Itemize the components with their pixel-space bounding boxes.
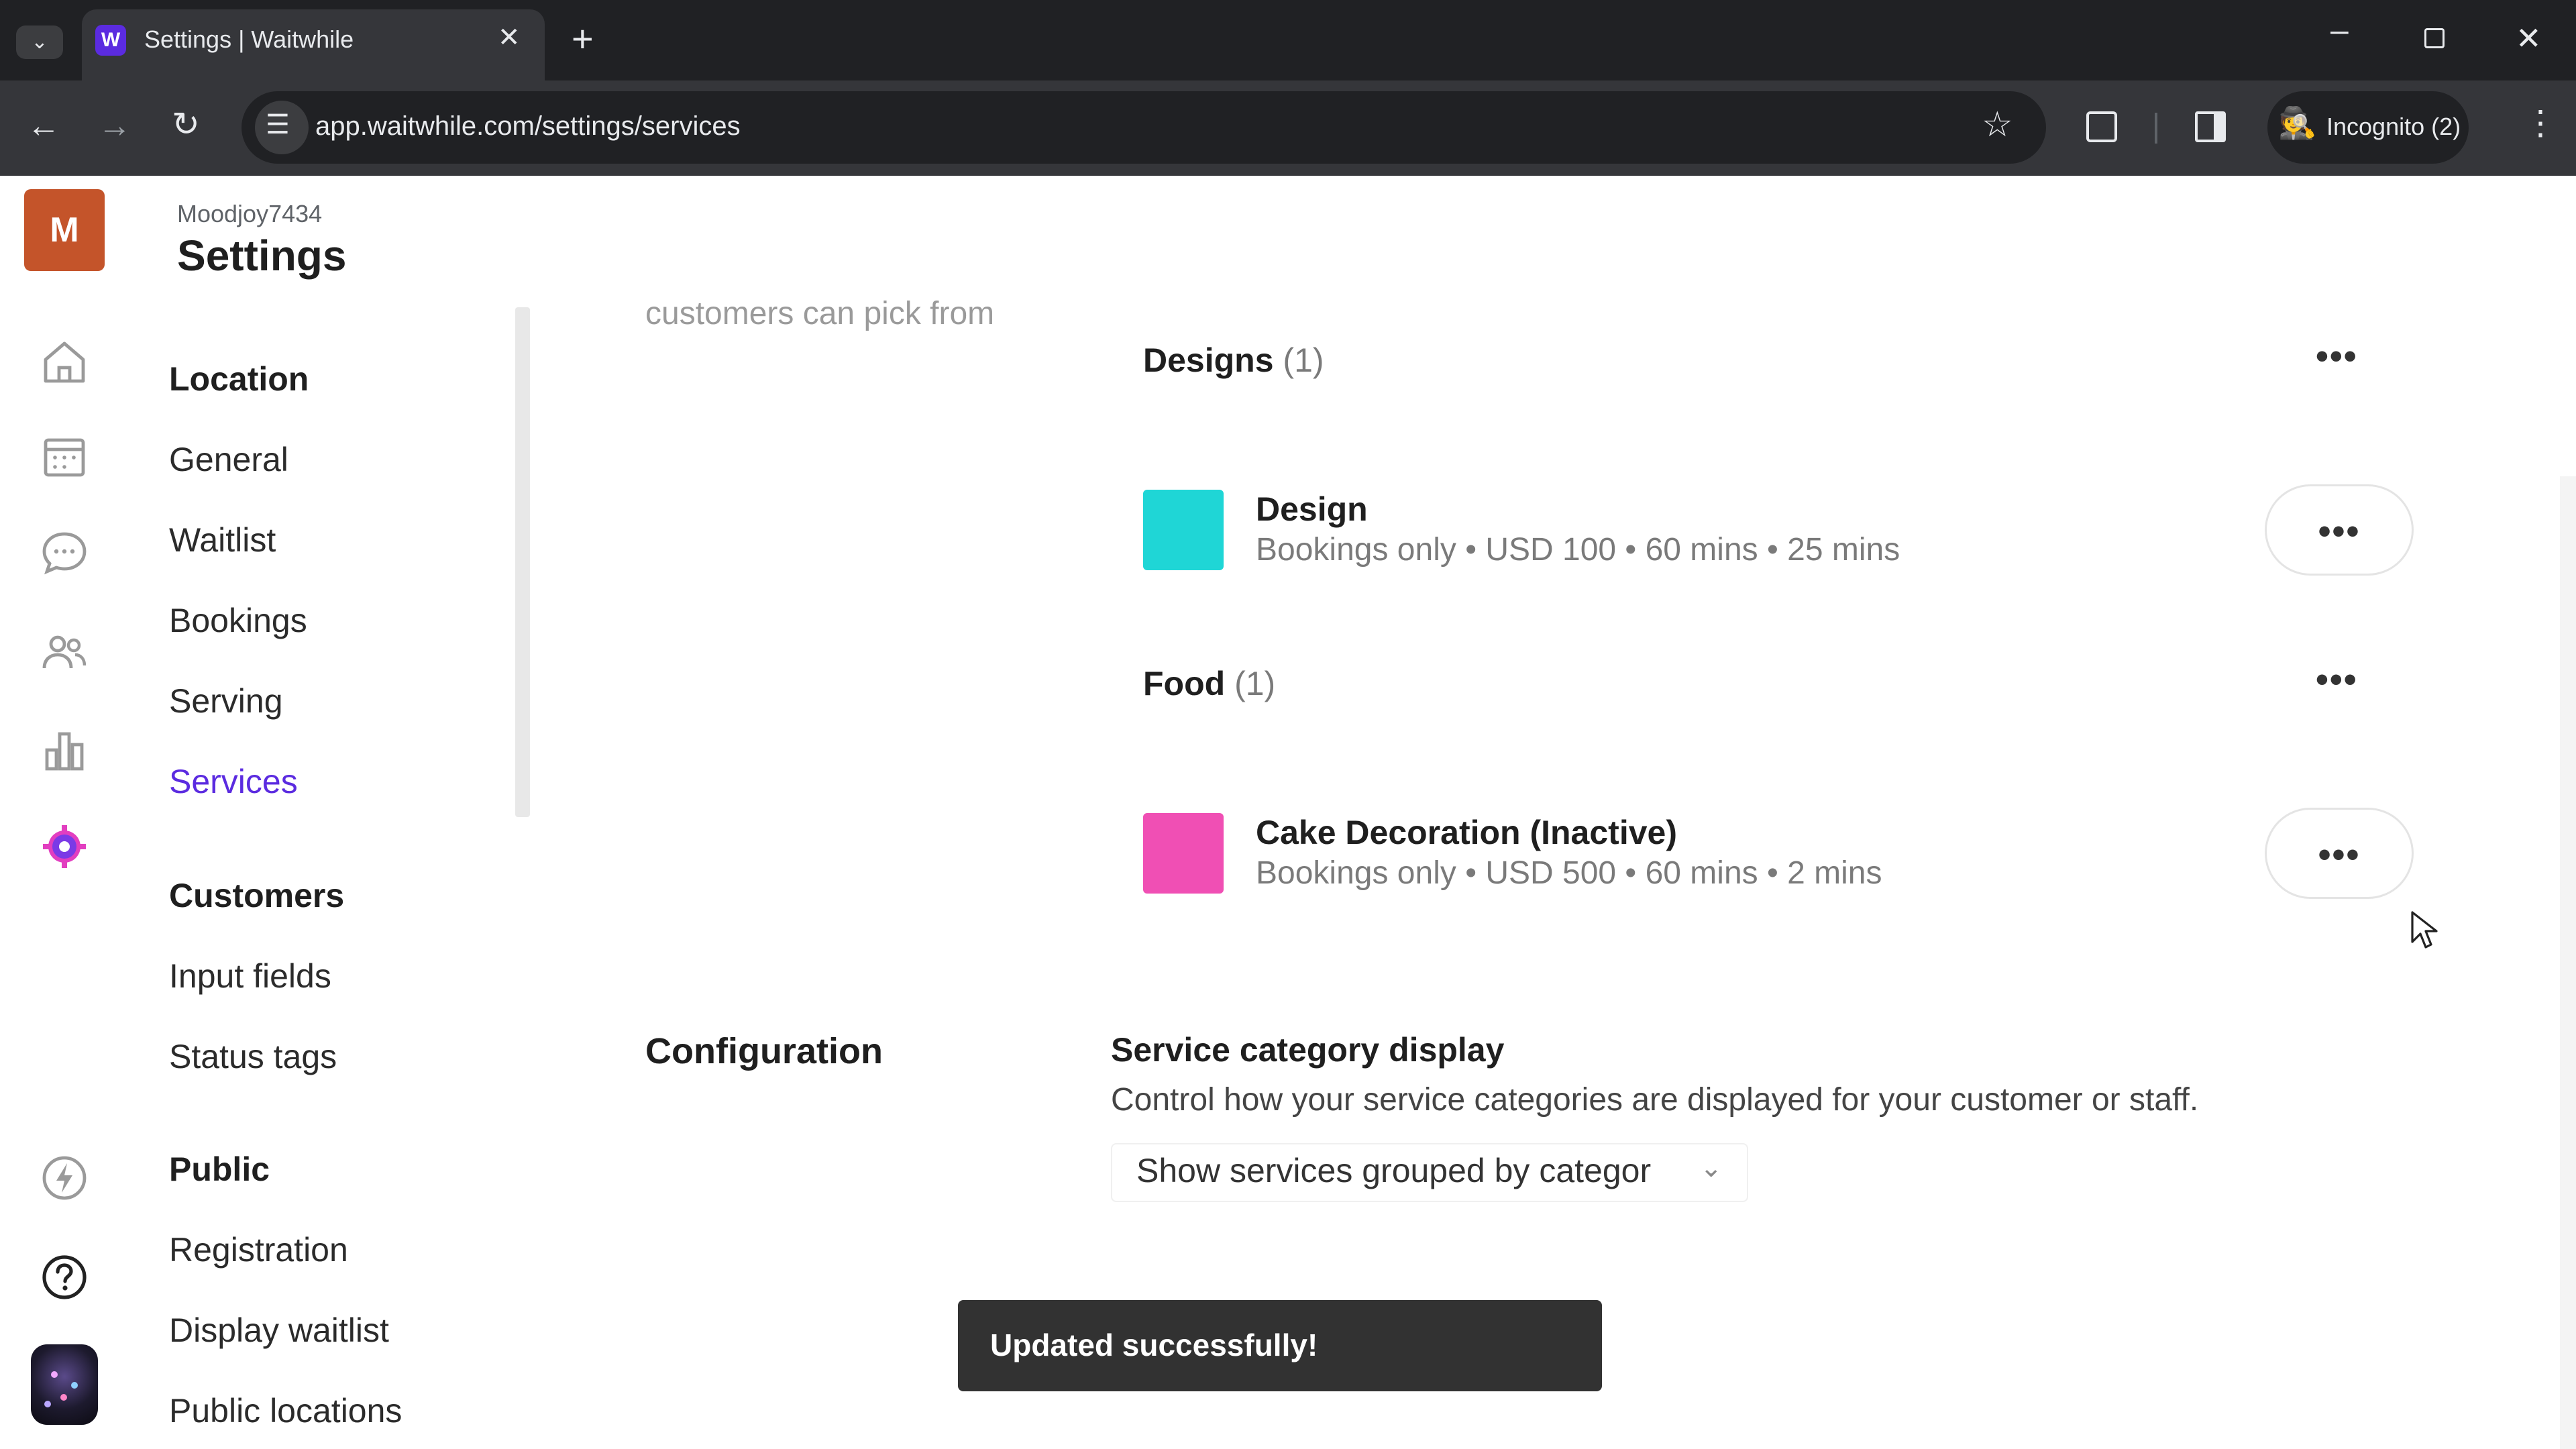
nav-item-input-fields[interactable]: Input fields	[169, 957, 331, 996]
category-title[interactable]: Food (1)	[1143, 664, 1275, 703]
lightning-icon[interactable]	[38, 1151, 91, 1205]
services-description: customers can pick from	[645, 296, 995, 331]
tab-search-icon[interactable]: ⌄	[16, 25, 63, 59]
nav-item-display-waitlist[interactable]: Display waitlist	[169, 1311, 389, 1350]
url-text[interactable]: app.waitwhile.com/settings/services	[315, 111, 741, 142]
more-icon: •••	[2318, 835, 2361, 875]
service-meta: Bookings only • USD 500 • 60 mins • 2 mi…	[1256, 855, 1882, 891]
category-more-icon[interactable]: •••	[2316, 659, 2358, 700]
category-count: (1)	[1283, 341, 1324, 379]
tune-icon: ☰	[266, 110, 290, 140]
nav-item-serving[interactable]: Serving	[169, 682, 283, 720]
help-icon[interactable]	[38, 1250, 91, 1304]
service-name[interactable]: Design	[1256, 490, 1368, 529]
category-display-select-value[interactable]: Show services grouped by categor	[1136, 1151, 1651, 1190]
extensions-icon[interactable]	[2086, 111, 2117, 142]
nav-item-bookings[interactable]: Bookings	[169, 601, 307, 640]
nav-scrollbar[interactable]	[515, 307, 530, 817]
toast-message: Updated successfully!	[990, 1328, 1318, 1362]
home-icon[interactable]	[38, 335, 91, 389]
incognito-label: Incognito (2)	[2326, 113, 2461, 140]
service-color-swatch	[1143, 490, 1224, 570]
waitwhile-favicon-icon: W	[95, 25, 126, 56]
nav-item-general[interactable]: General	[169, 440, 288, 479]
category-name: Food	[1143, 665, 1226, 702]
nav-item-status-tags[interactable]: Status tags	[169, 1037, 337, 1076]
service-category-display-description: Control how your service categories are …	[1111, 1082, 2199, 1118]
nav-item-waitlist[interactable]: Waitlist	[169, 521, 276, 559]
forward-icon[interactable]: →	[98, 109, 131, 142]
category-name: Designs	[1143, 341, 1274, 379]
settings-gear-icon[interactable]	[38, 820, 91, 873]
incognito-icon: 🕵	[2278, 105, 2317, 140]
service-category-display-title: Service category display	[1111, 1031, 1505, 1069]
bookmark-star-icon[interactable]: ☆	[1982, 107, 2013, 142]
minimize-window-icon[interactable]: –	[2330, 15, 2349, 47]
nav-item-services[interactable]: Services	[169, 762, 298, 801]
close-tab-icon[interactable]: ✕	[498, 24, 521, 51]
calendar-icon[interactable]	[38, 429, 91, 483]
analytics-icon[interactable]	[38, 723, 91, 777]
chevron-down-icon[interactable]: ⌄	[1700, 1152, 1723, 1183]
back-icon[interactable]: ←	[27, 109, 60, 142]
nav-heading-customers: Customers	[169, 877, 345, 914]
service-more-button[interactable]: •••	[2265, 484, 2414, 576]
restore-window-icon[interactable]	[2424, 28, 2445, 48]
tab-title: Settings | Waitwhile	[144, 25, 354, 53]
location-avatar[interactable]: M	[24, 189, 105, 271]
nav-heading-location: Location	[169, 360, 309, 398]
category-more-icon[interactable]: •••	[2316, 335, 2358, 377]
side-panel-icon[interactable]	[2195, 111, 2226, 142]
category-count: (1)	[1234, 665, 1276, 702]
page-title: Settings	[177, 231, 347, 280]
configuration-title: Configuration	[645, 1031, 883, 1071]
browser-menu-icon[interactable]: ⋮	[2524, 106, 2557, 140]
new-tab-icon[interactable]: +	[572, 20, 594, 58]
toolbar-divider	[2155, 113, 2157, 144]
service-more-button[interactable]: •••	[2265, 808, 2414, 899]
service-meta: Bookings only • USD 100 • 60 mins • 25 m…	[1256, 532, 1900, 568]
more-icon: •••	[2318, 511, 2361, 551]
messages-icon[interactable]	[38, 526, 91, 580]
customers-icon[interactable]	[38, 625, 91, 679]
nav-item-public-locations[interactable]: Public locations	[169, 1391, 402, 1430]
service-name[interactable]: Cake Decoration (Inactive)	[1256, 813, 1677, 852]
nav-item-registration[interactable]: Registration	[169, 1230, 348, 1269]
mouse-cursor-icon	[2410, 910, 2442, 950]
close-window-icon[interactable]: ✕	[2516, 23, 2542, 54]
reload-icon[interactable]: ↻	[172, 107, 200, 141]
content-scrollbar[interactable]	[2560, 476, 2576, 1449]
service-color-swatch	[1143, 813, 1224, 894]
user-avatar[interactable]	[31, 1344, 98, 1425]
location-name[interactable]: Moodjoy7434	[177, 200, 322, 228]
nav-heading-public: Public	[169, 1150, 270, 1188]
category-title[interactable]: Designs (1)	[1143, 341, 1324, 380]
